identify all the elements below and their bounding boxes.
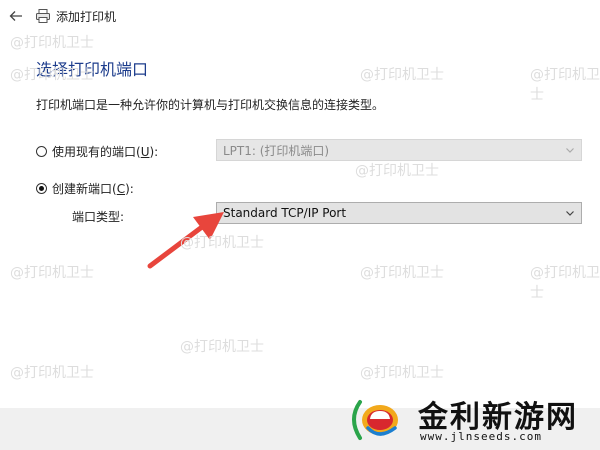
watermark: @打印机卫士 — [530, 67, 600, 103]
watermark: @打印机卫士 — [10, 35, 94, 51]
title-bar: 添加打印机 — [0, 0, 600, 32]
chevron-down-icon — [566, 211, 574, 216]
back-button[interactable] — [6, 6, 26, 26]
brand-watermark: 金利新游网 www.jlnseeds.com — [340, 386, 600, 450]
watermark: @打印机卫士 — [360, 67, 444, 83]
radio-button-existing[interactable] — [36, 146, 47, 157]
chevron-down-icon — [566, 148, 574, 153]
existing-port-select: LPT1: (打印机端口) — [216, 139, 582, 161]
window-title: 添加打印机 — [56, 10, 117, 24]
radio-existing-label: 使用现有的端口(U): — [52, 145, 159, 159]
watermark: @打印机卫士 — [180, 339, 264, 355]
brand-url: www.jlnseeds.com — [420, 430, 542, 443]
watermark: @打印机卫士 — [360, 365, 444, 381]
watermark: @打印机卫士 — [180, 235, 264, 251]
watermark: @打印机卫士 — [355, 163, 439, 179]
port-type-label: 端口类型: — [72, 210, 125, 224]
radio-button-create-new[interactable] — [36, 183, 47, 194]
radio-create-new-port[interactable]: 创建新端口(C): — [36, 180, 134, 197]
existing-port-value: LPT1: (打印机端口) — [223, 143, 330, 158]
port-type-select[interactable]: Standard TCP/IP Port — [216, 202, 582, 224]
page-heading: 选择打印机端口 — [36, 60, 149, 79]
port-type-value: Standard TCP/IP Port — [223, 206, 347, 220]
radio-create-new-label: 创建新端口(C): — [52, 182, 134, 196]
watermark: @打印机卫士 — [10, 265, 94, 281]
watermark: @打印机卫士 — [360, 265, 444, 281]
page-description: 打印机端口是一种允许你的计算机与打印机交换信息的连接类型。 — [36, 98, 385, 112]
brand-logo-icon — [352, 400, 398, 440]
printer-icon — [36, 9, 50, 23]
watermark: @打印机卫士 — [530, 265, 600, 301]
back-arrow-icon — [9, 11, 22, 21]
watermark: @打印机卫士 — [10, 365, 94, 381]
radio-use-existing-port[interactable]: 使用现有的端口(U): — [36, 143, 158, 160]
